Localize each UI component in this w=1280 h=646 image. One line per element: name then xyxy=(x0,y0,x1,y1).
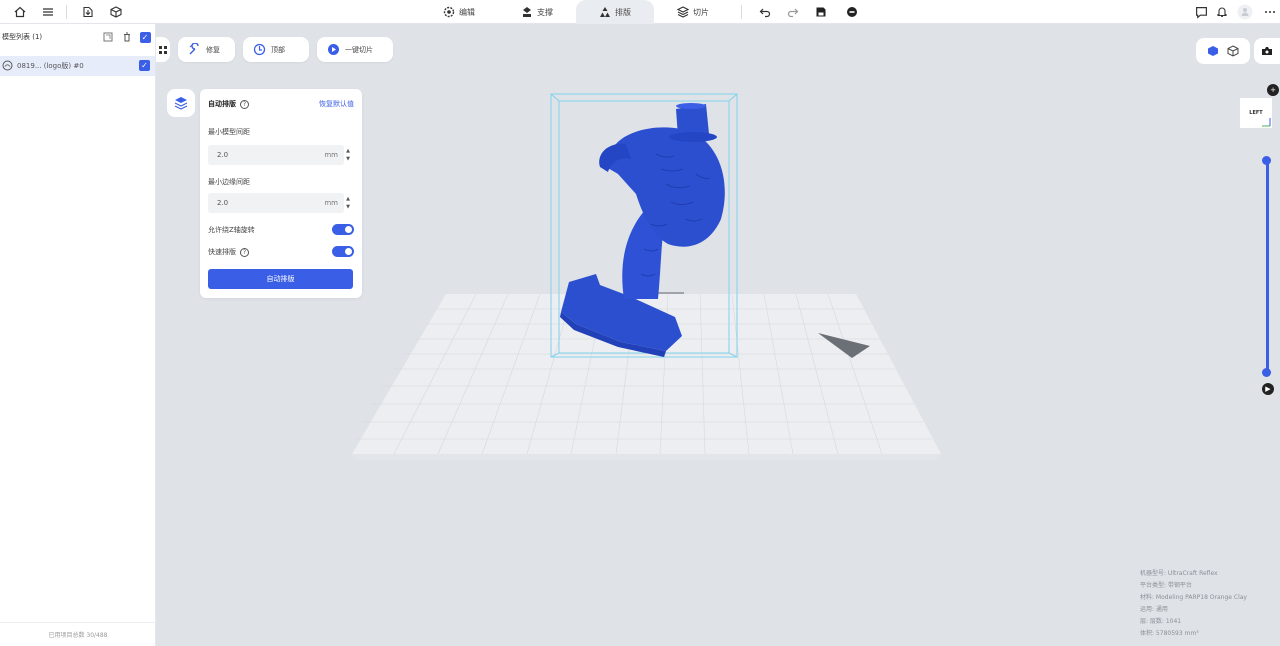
material-info: 材料: Modeling PARP18 Orange Clay xyxy=(1140,594,1247,601)
min-edge-gap-value: 2.0 xyxy=(217,199,229,207)
axis-icon xyxy=(1262,118,1271,127)
redo-icon[interactable] xyxy=(785,4,801,20)
home-icon[interactable] xyxy=(12,4,28,20)
select-all-icon[interactable] xyxy=(102,31,114,43)
slider-handle-bottom[interactable] xyxy=(1262,368,1271,377)
platform-info: 平台类型: 带钢平台 xyxy=(1140,582,1192,589)
usage-info: 运用: 通用 xyxy=(1140,606,1168,613)
view-mode-group xyxy=(1196,38,1250,64)
slider-handle-top[interactable] xyxy=(1262,156,1271,165)
play-icon[interactable]: ▶ xyxy=(1262,383,1274,395)
slice-play-icon xyxy=(328,44,339,55)
min-edge-gap-input[interactable]: 2.0 mm xyxy=(208,193,344,213)
view-cube-face: LEFT xyxy=(1249,110,1263,116)
wireframe-view-icon[interactable] xyxy=(1227,45,1239,57)
help-icon[interactable]: ? xyxy=(240,99,249,109)
menu-icon[interactable] xyxy=(40,4,56,20)
view-cube[interactable]: LEFT xyxy=(1240,98,1272,128)
layer-slider[interactable] xyxy=(1266,161,1269,374)
divider xyxy=(66,5,67,19)
divider xyxy=(741,5,742,19)
slice-icon xyxy=(677,6,689,18)
allow-z-rotate-toggle[interactable] xyxy=(332,224,354,235)
rotate-icon xyxy=(253,43,266,56)
print-info: 机器型号: UltraCraft Reflex 平台类型: 带钢平台 材料: M… xyxy=(1140,568,1280,640)
slice-label: 一键切片 xyxy=(345,45,373,54)
model-icon xyxy=(2,60,13,71)
min-model-gap-value: 2.0 xyxy=(217,151,229,159)
layout-tool-icon xyxy=(174,97,188,110)
tab-edit[interactable]: 编辑 xyxy=(420,0,498,24)
avatar[interactable] xyxy=(1237,4,1253,20)
print-icon[interactable] xyxy=(844,4,860,20)
min-model-gap-stepper[interactable]: ▲ ▼ xyxy=(345,147,351,165)
feedback-icon[interactable] xyxy=(1193,4,1209,20)
layout-icon xyxy=(600,7,610,17)
tab-label: 排版 xyxy=(615,7,631,17)
zoom-in-icon[interactable]: + xyxy=(1267,84,1279,96)
panel-toggle[interactable] xyxy=(156,37,170,62)
printer-info: 机器型号: UltraCraft Reflex xyxy=(1140,570,1218,577)
model-checkbox[interactable]: ✓ xyxy=(139,60,150,71)
auto-layout-tool[interactable] xyxy=(167,89,195,117)
tab-label: 支撑 xyxy=(537,7,553,17)
unit-label: mm xyxy=(324,151,338,159)
panel-title-text: 自动排版 xyxy=(208,100,236,108)
camera-icon xyxy=(1262,47,1272,55)
help-icon[interactable]: ? xyxy=(240,247,249,257)
support-icon xyxy=(523,7,531,17)
layers-info: 层: 层数: 1041 xyxy=(1140,618,1182,625)
fast-layout-label: 快速排版 xyxy=(208,248,236,256)
model-list-panel: 模型列表 (1) ✓ 0819... (logo版) #0 ✓ 已用项目总数 3… xyxy=(0,24,156,646)
cube-icon[interactable] xyxy=(108,4,124,20)
gear-icon xyxy=(443,6,455,18)
top-label: 顶部 xyxy=(271,45,285,54)
tab-slice[interactable]: 切片 xyxy=(654,0,732,24)
fast-layout-toggle[interactable] xyxy=(332,246,354,257)
repair-label: 修复 xyxy=(206,45,220,54)
trash-icon[interactable] xyxy=(121,31,133,43)
workflow-tabs: 编辑 支撑 排版 切片 xyxy=(420,0,732,24)
undo-icon[interactable] xyxy=(757,4,773,20)
auto-layout-button[interactable]: 自动排版 xyxy=(208,269,353,289)
repair-button[interactable]: 修复 xyxy=(178,37,235,62)
tab-layout[interactable]: 排版 xyxy=(576,0,654,24)
tab-support[interactable]: 支撑 xyxy=(498,0,576,24)
auto-layout-panel: 自动排版 ? 恢复默认值 最小模型间距 2.0 mm 最小边缘间距 2.0 mm… xyxy=(200,89,362,298)
allow-z-rotate-label: 允许绕Z轴旋转 xyxy=(208,226,255,234)
min-model-gap-label: 最小模型间距 xyxy=(208,128,250,136)
fast-layout-row: 快速排版 ? xyxy=(208,247,249,257)
bell-icon[interactable] xyxy=(1214,4,1230,20)
solid-view-icon[interactable] xyxy=(1207,45,1219,57)
save-icon[interactable] xyxy=(813,4,829,20)
min-edge-gap-stepper[interactable]: ▲ ▼ xyxy=(345,195,351,213)
model-list-title: 模型列表 (1) xyxy=(2,33,43,41)
import-icon[interactable] xyxy=(80,4,96,20)
top-button[interactable]: 顶部 xyxy=(243,37,309,62)
wrench-icon xyxy=(189,43,199,55)
reset-defaults-link[interactable]: 恢复默认值 xyxy=(319,99,354,109)
tab-label: 切片 xyxy=(693,7,709,17)
volume-info: 体积: 5780593 mm³ xyxy=(1140,630,1199,637)
one-click-slice-button[interactable]: 一键切片 xyxy=(317,37,393,62)
tab-label: 编辑 xyxy=(459,7,475,17)
grid-icon xyxy=(159,45,167,54)
top-bar: 编辑 支撑 排版 切片 xyxy=(0,0,1280,24)
model-name: 0819... (logo版) #0 xyxy=(17,62,84,70)
unit-label: mm xyxy=(324,199,338,207)
min-edge-gap-label: 最小边缘间距 xyxy=(208,178,250,186)
camera-button[interactable] xyxy=(1254,38,1280,64)
panel-title: 自动排版 ? xyxy=(208,99,249,109)
list-item[interactable]: 0819... (logo版) #0 ✓ xyxy=(0,56,155,76)
usage-footer: 已用项目总数 30/488 xyxy=(0,622,156,646)
more-icon[interactable] xyxy=(1262,4,1278,20)
min-model-gap-input[interactable]: 2.0 mm xyxy=(208,145,344,165)
select-all-checkbox[interactable]: ✓ xyxy=(139,31,151,43)
model-list-header: 模型列表 (1) ✓ xyxy=(0,29,156,47)
